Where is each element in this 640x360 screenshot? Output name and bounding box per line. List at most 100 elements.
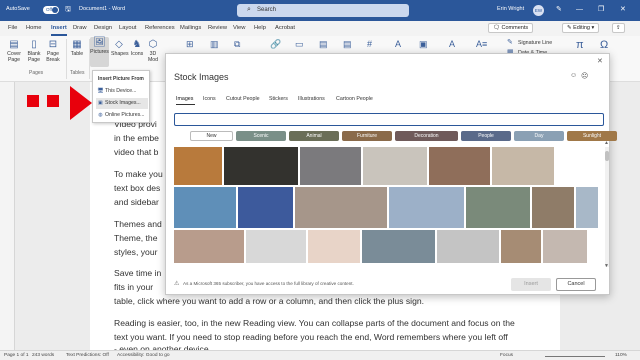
menu-item-this-device[interactable]: 🖥This Device... [96,86,148,97]
menu-item-online-pictures[interactable]: ◍ Online Pictures... [96,110,148,121]
table-button[interactable]: ▦ Table [69,39,85,57]
editing-button[interactable]: ✎ Editing ▾ [562,23,600,33]
stock-image-thumbnail[interactable] [300,147,361,185]
stock-image-thumbnail[interactable] [238,187,293,228]
stock-image-thumbnail[interactable] [308,230,360,263]
chevron-right-icon[interactable]: › [597,133,599,139]
stock-search-input[interactable] [174,113,604,126]
pen-icon[interactable]: ✎ [556,5,562,15]
stock-image-thumbnail[interactable] [437,230,499,263]
accessibility-status[interactable]: Accessibility: Good to go [117,353,170,358]
insert-button[interactable]: Insert [511,278,551,291]
tab-help[interactable]: Help [254,25,266,31]
tab-file[interactable]: File [8,25,17,31]
tab-review[interactable]: Review [208,25,227,31]
chip-sunlight[interactable]: Sunlight [567,131,617,141]
smartart-icon[interactable]: ⊞ [186,39,194,50]
chip-decoration[interactable]: Decoration [395,131,458,141]
dialog-tab-stickers[interactable]: Stickers [269,96,288,102]
smile-icon[interactable]: ☺ [570,72,577,79]
shapes-button[interactable]: ◇ Shapes [111,39,129,57]
textbox-icon[interactable]: A [395,39,401,49]
3d-models-button[interactable]: ⬡ 3D Mod [146,39,160,63]
tab-acrobat[interactable]: Acrobat [275,25,295,31]
avatar[interactable]: EW [533,5,544,16]
scroll-down-icon[interactable]: ▼ [604,263,609,269]
stock-image-thumbnail[interactable] [174,147,222,185]
stock-image-thumbnail[interactable] [363,147,427,185]
close-button[interactable]: ✕ [620,5,626,15]
chip-day[interactable]: Day [514,131,564,141]
stock-image-thumbnail[interactable] [501,230,541,263]
footer-icon[interactable]: ▤ [343,39,352,50]
signature-line-icon[interactable]: ✎ [507,38,513,46]
scrollbar-thumb[interactable] [605,151,609,161]
scroll-up-icon[interactable]: ▲ [604,140,609,146]
tab-draw[interactable]: Draw [73,25,87,31]
quick-parts-icon[interactable]: ▣ [419,39,428,50]
chip-scenic[interactable]: Scenic [236,131,286,141]
dialog-tab-cartoon-people[interactable]: Cartoon People [336,96,373,102]
cancel-button[interactable]: Cancel [556,278,596,291]
stock-image-thumbnail[interactable] [576,187,598,228]
dropcap-icon[interactable]: A≡ [476,39,487,49]
stock-image-thumbnail[interactable] [224,147,298,185]
dialog-tab-images[interactable]: Images [176,96,193,102]
stock-image-thumbnail[interactable] [389,187,464,228]
tab-layout[interactable]: Layout [119,25,136,31]
text-predictions[interactable]: Text Predictions: Off [66,353,109,358]
stock-image-thumbnail[interactable] [246,230,306,263]
minimize-button[interactable]: — [576,5,583,15]
comments-button[interactable]: 🗨 Comments [488,23,534,33]
screenshot-icon[interactable]: ⧉ [234,39,240,50]
pictures-button[interactable]: 🖼 Pictures [90,37,109,67]
blank-page-button[interactable]: ▯ Blank Page [26,39,42,63]
stock-image-thumbnail[interactable] [174,230,244,263]
dialog-tab-icons[interactable]: Icons [203,96,216,102]
search-box[interactable]: ⌕ Search [237,4,409,17]
stock-image-thumbnail[interactable] [295,187,387,228]
wordart-icon[interactable]: A [449,39,455,49]
stock-image-thumbnail[interactable] [429,147,490,185]
page-break-button[interactable]: ⊟ Page Break [45,39,61,63]
tab-references[interactable]: References [145,25,175,31]
cover-page-button[interactable]: ▤ Cover Page [6,39,22,63]
zoom-level[interactable]: 110% [615,353,627,358]
focus-button[interactable]: Focus [500,353,513,358]
scrollbar[interactable] [605,147,609,267]
symbol-icon[interactable]: Ω [600,39,608,51]
dialog-tab-illustrations[interactable]: Illustrations [298,96,325,102]
icons-button[interactable]: ♞ Icons [129,39,145,57]
signature-line-label[interactable]: Signature Line [518,40,552,46]
comment-icon[interactable]: ▭ [295,39,304,50]
stock-image-thumbnail[interactable] [174,187,236,228]
stock-image-thumbnail[interactable] [362,230,435,263]
stock-image-thumbnail[interactable] [532,187,574,228]
page-number-icon[interactable]: # [367,39,372,49]
menu-item-stock-images[interactable]: ▣ Stock Images... [96,98,148,109]
stock-image-thumbnail[interactable] [492,147,554,185]
tab-mailings[interactable]: Mailings [180,25,201,31]
restore-button[interactable]: ❐ [598,5,604,15]
chip-new[interactable]: New [190,131,233,141]
link-icon[interactable]: 🔗 [270,39,281,50]
word-count[interactable]: 243 words [32,353,54,358]
chip-animal[interactable]: Animal [289,131,339,141]
frown-icon[interactable]: ☹ [581,72,588,80]
save-icon[interactable]: 🖫 [65,5,71,15]
page-count[interactable]: Page 1 of 1 [4,353,29,358]
zoom-slider[interactable] [545,356,605,357]
chip-furniture[interactable]: Furniture [342,131,392,141]
tab-view[interactable]: View [233,25,245,31]
tab-design[interactable]: Design [94,25,112,31]
tab-insert[interactable]: Insert [51,25,67,31]
dialog-tab-cutout-people[interactable]: Cutout People [226,96,260,102]
stock-image-thumbnail[interactable] [543,230,587,263]
equation-icon[interactable]: π [576,39,584,51]
close-icon[interactable]: ✕ [597,57,603,65]
chart-icon[interactable]: ▥ [210,39,219,50]
share-button[interactable]: ⇪ [612,23,625,33]
stock-image-thumbnail[interactable] [466,187,530,228]
chip-people[interactable]: People [461,131,511,141]
header-icon[interactable]: ▤ [319,39,328,50]
